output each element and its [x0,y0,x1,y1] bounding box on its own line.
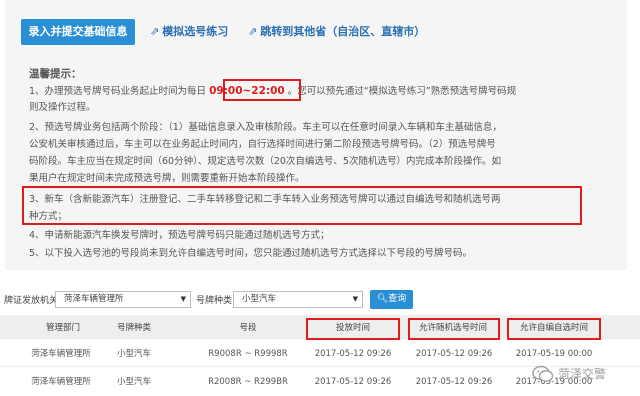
tips-title: 温馨提示： [29,68,82,80]
wechat-icon [532,365,554,382]
query-button-label: 查询 [388,294,407,304]
submit-basic-info-button[interactable]: 录入并提交基础信息 [21,19,135,45]
custom-time-highlight-box [507,318,601,340]
query-button[interactable]: 🔍︎查询 [370,290,413,309]
cell-plate-type: 小型汽车 [116,349,151,359]
cell-department: 菏泽车辆管理所 [31,349,91,359]
th-department: 管理部门 [45,323,80,333]
issuing-authority-label: 牌证发放机关 [4,296,59,306]
tip-line-1-cont: 则及操作过程。 [29,102,96,113]
random-time-highlight-box [408,318,500,340]
tip-line-1: 1、办理预选号牌号码业务起止时间为每日 09:00~22:00 。您可以预先通过… [29,83,617,101]
simulate-practice-label: 模拟选号练习 [162,25,229,38]
cell-release-time: 2017-05-12 09:26 [314,377,392,387]
hours-highlight-box [223,79,301,101]
tip-line-5: 5、以下投入选号池的号段尚未到允许自编选号时间，您只能通过随机选号方式选择以下号… [29,248,473,259]
chevron-down-icon: ▼ [180,295,186,303]
cell-plate-type: 小型汽车 [116,377,151,387]
jump-province-link[interactable]: ⇗ 跳转到其他省（自治区、直辖市） [248,24,425,40]
cell-custom-time: 2017-05-19 00:00 [515,349,593,359]
th-segment: 号段 [239,323,257,333]
external-link-icon: ⇗ [248,25,258,38]
plate-type-label: 号牌种类 [196,296,233,306]
watermark: 菏泽交警 [532,362,636,386]
external-link-icon: ⇗ [150,25,160,38]
tip-line-2a: 2、预选号牌业务包括两个阶段：（1）基础信息录入及审核阶段。车主可以在任意时间录… [29,122,502,133]
plate-type-value: 小型汽车 [242,294,277,304]
th-plate-type: 号牌种类 [116,323,151,333]
cell-department: 菏泽车辆管理所 [31,377,91,387]
tip-line-2b: 公安机关审核通过后，车主可以在业务起止时间内，自行选择时间进行第二阶段预选号牌号… [29,139,496,150]
chevron-down-icon: ▼ [352,295,358,303]
search-icon: 🔍︎ [376,294,389,304]
cell-random-time: 2017-05-12 09:26 [415,377,493,387]
issuing-authority-value: 菏泽车辆管理所 [64,294,124,304]
jump-province-label: 跳转到其他省（自治区、直辖市） [260,25,426,38]
plate-type-select[interactable]: 小型汽车 ▼ [233,291,363,308]
tip-3-highlight-box [22,186,582,225]
cell-segment: R2008R ~ R299BR [208,377,288,387]
simulate-practice-link[interactable]: ⇗ 模拟选号练习 [150,24,228,40]
issuing-authority-select[interactable]: 菏泽车辆管理所 ▼ [55,291,191,308]
release-time-highlight-box [306,318,400,340]
cell-release-time: 2017-05-12 09:26 [314,349,392,359]
cell-segment: R9008R ~ R9998R [208,349,288,359]
tip-line-4: 4、申请新能源汽车换发号牌时，预选号牌号码只能通过随机选号方式； [29,230,330,241]
cell-random-time: 2017-05-12 09:26 [415,349,493,359]
tip-1-text-b: 。您可以预先通过“模拟选号练习”熟悉预选号牌号码规 [287,86,517,97]
watermark-text: 菏泽交警 [558,367,607,381]
tip-1-text-a: 1、办理预选号牌号码业务起止时间为每日 [29,86,207,97]
tip-line-2c: 码阶段。车主应当在规定时间（60分钟）、规定选号次数（20次自编选号、5次随机选… [29,156,501,167]
